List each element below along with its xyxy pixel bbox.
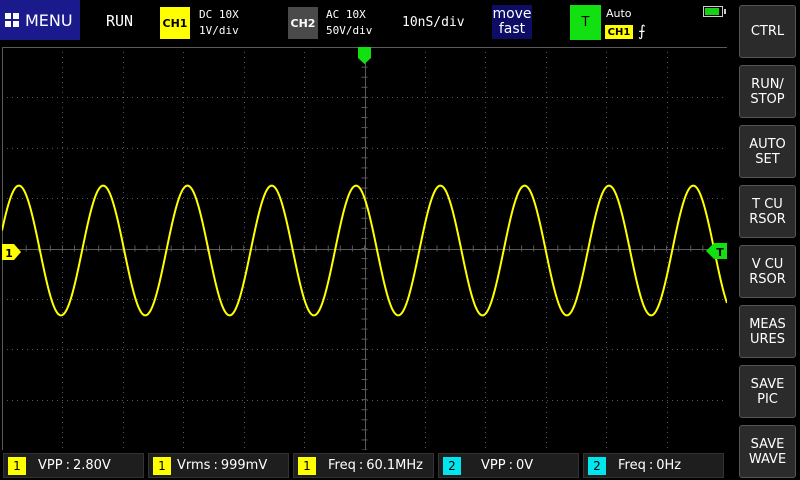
save-pic-button[interactable]: SAVE PIC xyxy=(739,365,796,418)
run-stop-button[interactable]: RUN/ STOP xyxy=(739,65,796,118)
ch1-level-marker[interactable]: 1 xyxy=(2,244,21,260)
ch2-coupling: AC 10X xyxy=(326,8,366,21)
timebase[interactable]: 10nS/div xyxy=(402,15,465,30)
menu-button[interactable]: MENU xyxy=(0,0,80,40)
move-line2: fast xyxy=(498,21,526,37)
measures-button[interactable]: MEAS URES xyxy=(739,305,796,358)
trigger-mode[interactable]: Auto xyxy=(606,7,632,20)
ch2-tag: 2 xyxy=(443,456,461,475)
ch1-scale: 1V/div xyxy=(199,24,239,37)
measure-value: 0V xyxy=(515,458,534,473)
trigger-marker-label: T xyxy=(716,246,724,259)
scope-screen[interactable]: 1 T xyxy=(2,47,727,450)
measure-value: 999mV xyxy=(220,458,268,473)
ch1-badge[interactable]: CH1 xyxy=(160,7,190,39)
measure-name: Freq xyxy=(328,458,356,473)
ch1-marker-label: 1 xyxy=(5,247,13,260)
measure-ch2-vpp[interactable]: 2 VPP: 0V xyxy=(438,453,579,478)
ch1-tag: 1 xyxy=(298,456,316,475)
rising-edge-icon: ⨍ xyxy=(638,22,646,40)
ch1-tag: 1 xyxy=(153,456,171,475)
measure-name: VPP xyxy=(481,458,506,473)
measure-name: Freq xyxy=(618,458,646,473)
trigger-badge[interactable]: T xyxy=(570,5,601,40)
t-cursor-button[interactable]: T CU RSOR xyxy=(739,185,796,238)
auto-set-button[interactable]: AUTO SET xyxy=(739,125,796,178)
ch1-settings[interactable]: DC 10X 1V/div xyxy=(199,7,239,39)
measure-value: 60.1MHz xyxy=(366,458,423,473)
save-wave-button[interactable]: SAVE WAVE xyxy=(739,425,796,478)
ch1-tag: 1 xyxy=(8,456,26,475)
v-cursor-button[interactable]: V CU RSOR xyxy=(739,245,796,298)
ctrl-button[interactable]: CTRL xyxy=(739,5,796,58)
trigger-source[interactable]: CH1 xyxy=(605,25,633,39)
graticule xyxy=(2,47,727,450)
menu-label: MENU xyxy=(25,10,73,30)
trigger-level-marker[interactable]: T xyxy=(706,243,727,259)
ch2-scale: 50V/div xyxy=(326,24,373,37)
measure-value: 0Hz xyxy=(656,458,682,473)
measure-ch1-vpp[interactable]: 1 VPP: 2.80V xyxy=(3,453,144,478)
move-speed-button[interactable]: move fast xyxy=(492,5,532,39)
measure-name: Vrms xyxy=(177,458,211,473)
battery-icon xyxy=(703,6,726,17)
ch2-badge[interactable]: CH2 xyxy=(288,7,318,39)
ch1-coupling: DC 10X xyxy=(199,8,239,21)
move-line1: move xyxy=(492,6,532,22)
measure-ch1-vrms[interactable]: 1 Vrms: 999mV xyxy=(148,453,289,478)
measure-name: VPP xyxy=(38,458,63,473)
measure-ch1-freq[interactable]: 1 Freq: 60.1MHz xyxy=(293,453,434,478)
run-status[interactable]: RUN xyxy=(106,12,133,30)
measure-value: 2.80V xyxy=(72,458,111,473)
menu-grid-icon xyxy=(5,13,19,27)
ch2-tag: 2 xyxy=(588,456,606,475)
trigger-position-marker[interactable] xyxy=(358,47,371,64)
measure-ch2-freq[interactable]: 2 Freq: 0Hz xyxy=(583,453,724,478)
ch2-settings[interactable]: AC 10X 50V/div xyxy=(326,7,372,39)
